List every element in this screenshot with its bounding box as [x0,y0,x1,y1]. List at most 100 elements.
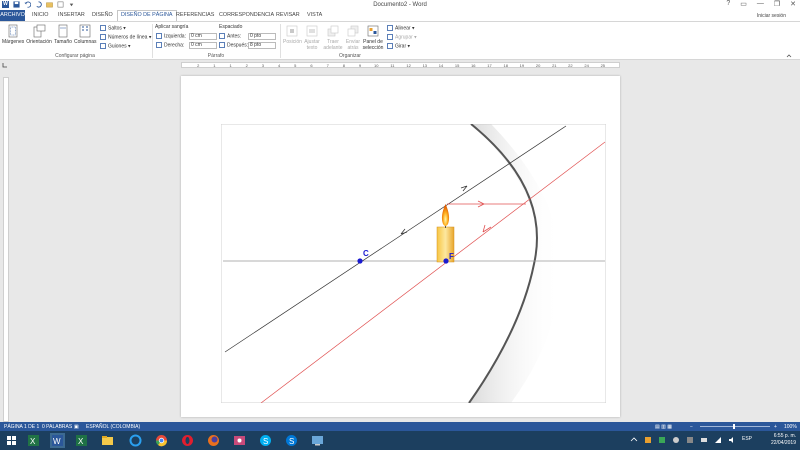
group-separator [280,24,281,58]
margins-button[interactable]: Márgenes [2,24,24,45]
zoom-out-button[interactable]: − [690,424,693,430]
sign-in-link[interactable]: Iniciar sesión [757,13,786,19]
ribbon-display-button[interactable]: ▭ [740,0,747,8]
tab-insert[interactable]: INSERTAR [58,12,85,18]
label-f: F [449,252,454,261]
wrap-text-button[interactable]: Ajustar texto [302,24,322,51]
ruler-tick-label: 19 [520,63,525,67]
help-button[interactable]: ? [726,0,730,8]
line-numbers-button[interactable]: Números de línea ▾ [100,34,151,40]
spacing-before-text: Antes: [227,33,242,40]
tab-review[interactable]: REVISAR [276,12,300,18]
tray-app1-icon[interactable] [644,436,652,444]
size-label: Tamaño [54,39,72,45]
tray-chevron-icon[interactable] [630,436,638,444]
ie-browser-icon[interactable] [128,433,143,448]
volume-icon[interactable] [728,436,736,444]
ruler-tick-label: 1 [213,63,216,67]
rotate-label: Girar [395,43,407,50]
tray-app3-icon[interactable] [672,436,680,444]
language-indicator[interactable]: ESPAÑOL (COLOMBIA) [86,424,140,430]
zoom-in-button[interactable]: + [774,424,777,430]
proofing-icon[interactable]: ▣ [74,424,79,430]
tab-home[interactable]: INICIO [32,12,48,18]
tab-view[interactable]: VISTA [307,12,322,18]
concave-mirror-diagram[interactable]: C F [221,124,606,403]
group-objects-button[interactable]: Agrupar ▾ [387,34,417,40]
bring-forward-button[interactable]: Traer adelante [323,24,343,51]
start-windows-icon[interactable] [4,433,19,448]
align-button[interactable]: Alinear ▾ [387,25,414,31]
ruler-tick-label: 4 [278,63,281,67]
title-bar: W Documento2 - Word ? ▭ — ❐ ✕ [0,0,800,10]
page-size-icon [58,24,68,38]
align-label: Alinear [395,25,411,32]
view-buttons[interactable]: ▤ ▥ ▦ [655,424,672,430]
send-backward-button[interactable]: Enviar atrás [344,24,362,51]
collapse-ribbon-icon[interactable] [786,53,792,59]
system-tray-icons[interactable]: ESP [630,436,752,444]
network-icon[interactable] [714,436,722,444]
zoom-slider[interactable] [700,426,770,427]
tray-app5-icon[interactable] [700,436,708,444]
selection-pane-button[interactable]: Panel de selección [362,24,384,51]
tab-design[interactable]: DISEÑO [92,12,113,18]
spacing-after-text: Después: [227,42,249,49]
spacing-title: Espaciado [219,24,243,30]
svg-text:X: X [78,437,84,446]
ruler-strip[interactable]: 2 1 1 2 3 4 5 6 7 8 9 10 11 12 13 14 15 16 17 18 19 20 21 22 24 2… [181,62,620,68]
send-backward-icon [347,25,359,37]
remote-desktop-icon[interactable] [310,433,325,448]
breaks-label: Saltos [108,25,122,32]
columns-label: Columnas [74,39,97,45]
close-button[interactable]: ✕ [790,0,796,8]
excel-alt-taskbar-icon[interactable]: X [74,433,89,448]
file-explorer-icon[interactable] [100,433,115,448]
orientation-label: Orientación [26,39,52,45]
tab-references[interactable]: REFERENCIAS [176,12,214,18]
word-taskbar-icon[interactable]: W [50,433,65,448]
page-count[interactable]: PÁGINA 1 DE 1 [4,424,39,430]
tray-app2-icon[interactable] [658,436,666,444]
breaks-button[interactable]: Saltos ▾ [100,25,126,31]
tab-file[interactable]: ARCHIVO [0,10,25,21]
paragraph-group-label: Párrafo [207,53,225,59]
skype-business-icon[interactable]: S [284,433,299,448]
position-button[interactable]: Posición [283,24,302,45]
media-app-icon[interactable] [232,433,247,448]
indent-left-input[interactable]: 0 cm [189,33,217,40]
rotate-button[interactable]: Girar ▾ [387,43,410,49]
input-language[interactable]: ESP [742,436,752,444]
indent-right-input[interactable]: 0 cm [189,42,217,49]
restore-button[interactable]: ❐ [774,0,780,8]
position-label: Posición [283,39,302,45]
selection-pane-icon [367,25,379,37]
zoom-slider-thumb[interactable] [733,424,735,429]
group-icon [387,34,393,40]
ruler-tick-label: 18 [503,63,508,67]
size-button[interactable]: Tamaño [53,24,73,45]
svg-text:X: X [30,437,36,446]
orientation-button[interactable]: Orientación [25,24,53,45]
tab-selector-icon[interactable] [2,62,8,68]
tray-app4-icon[interactable] [686,436,694,444]
skype-icon[interactable]: S [258,433,273,448]
ruler-tick-label: 15 [455,63,460,67]
ruler-tick-label: 8 [343,63,346,67]
tab-page-layout[interactable]: DISEÑO DE PÁGINA [117,10,177,21]
word-count[interactable]: 0 PALABRAS [42,424,72,430]
minimize-button[interactable]: — [757,0,764,8]
tab-mailings[interactable]: CORRESPONDENCIA [219,12,274,18]
indent-right-label: Derecha: [156,42,184,48]
columns-button[interactable]: Columnas [74,24,97,45]
excel-taskbar-icon[interactable]: X [26,433,41,448]
firefox-icon[interactable] [206,433,221,448]
chrome-icon[interactable] [154,433,169,448]
opera-icon[interactable] [180,433,195,448]
hyphenation-button[interactable]: Guiones ▾ [100,43,131,49]
zoom-level[interactable]: 100% [784,424,797,430]
spacing-after-input[interactable]: 8 pto [248,42,276,49]
vertical-ruler[interactable] [3,77,9,422]
clock[interactable]: 6:55 p. m. 22/04/2019 [771,433,796,447]
spacing-before-input[interactable]: 0 pto [248,33,276,40]
